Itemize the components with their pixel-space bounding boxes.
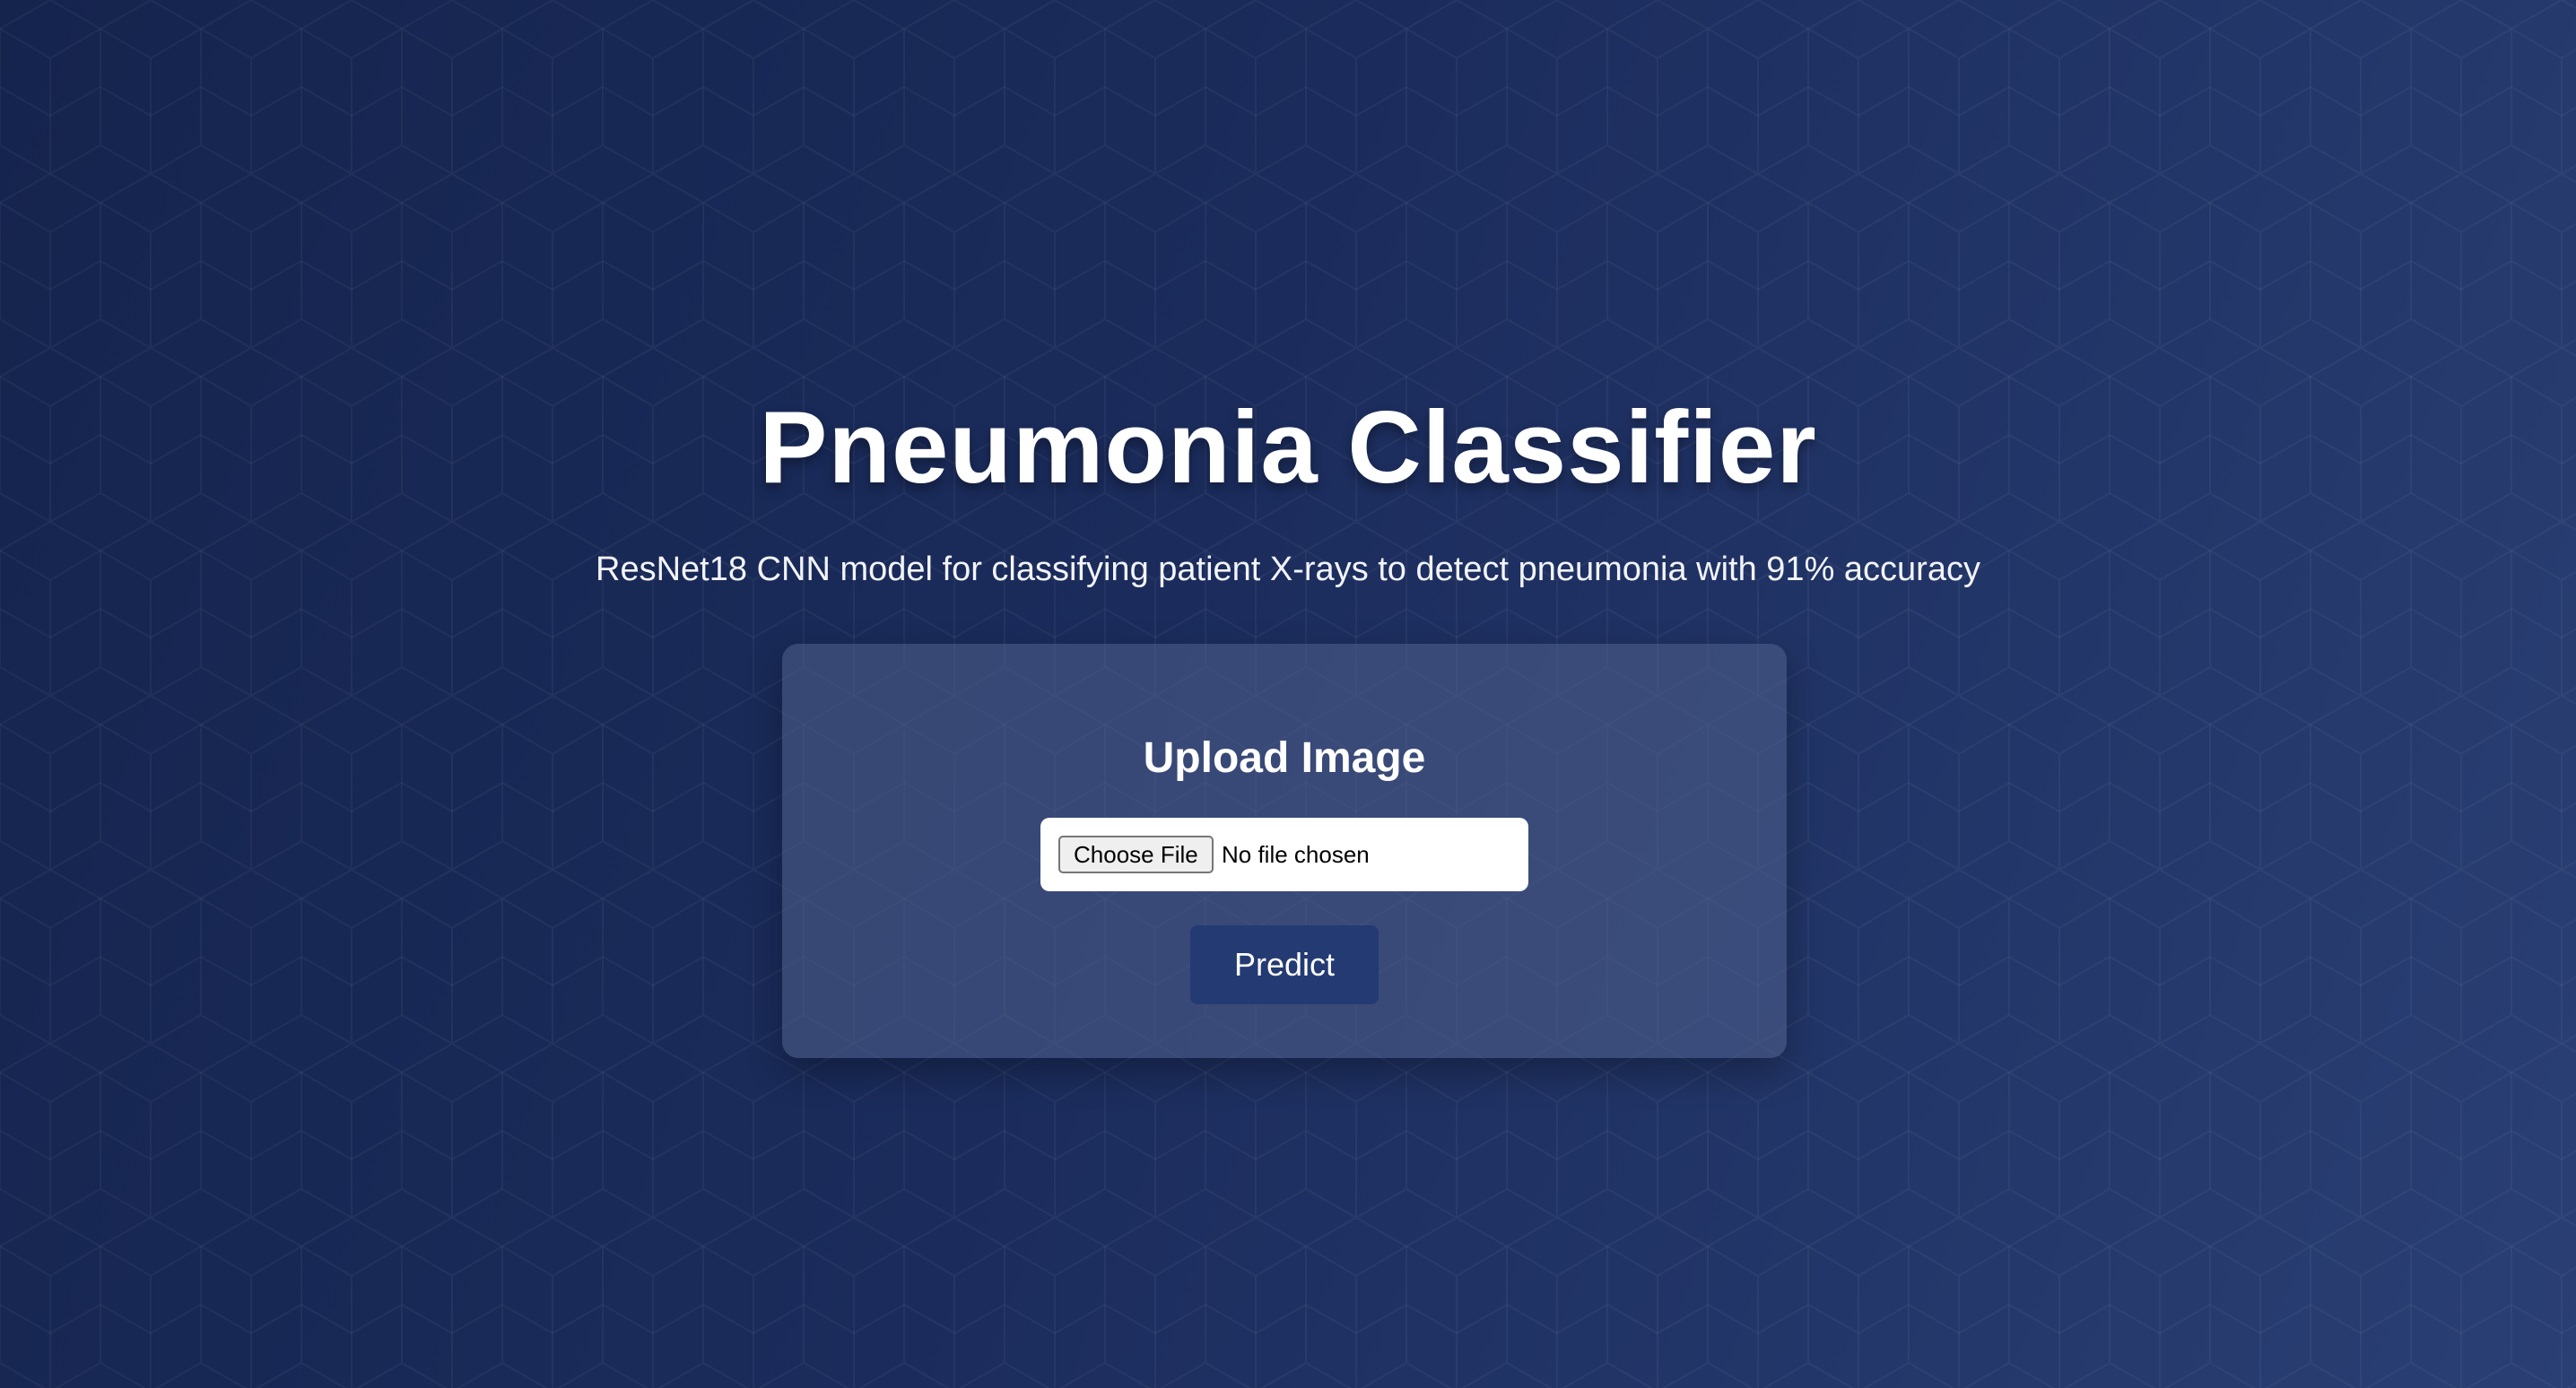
upload-heading: Upload Image: [1143, 734, 1426, 782]
page-title: Pneumonia Classifier: [759, 391, 1817, 505]
main-content: Pneumonia Classifier ResNet18 CNN model …: [0, 0, 2576, 1388]
upload-card: Upload Image Choose File No file chosen …: [782, 644, 1787, 1058]
choose-file-button[interactable]: Choose File: [1058, 836, 1214, 873]
page-subtitle: ResNet18 CNN model for classifying patie…: [596, 551, 1980, 588]
predict-button[interactable]: Predict: [1190, 925, 1379, 1004]
file-status-text: No file chosen: [1222, 841, 1370, 868]
file-input[interactable]: Choose File No file chosen: [1040, 818, 1528, 891]
